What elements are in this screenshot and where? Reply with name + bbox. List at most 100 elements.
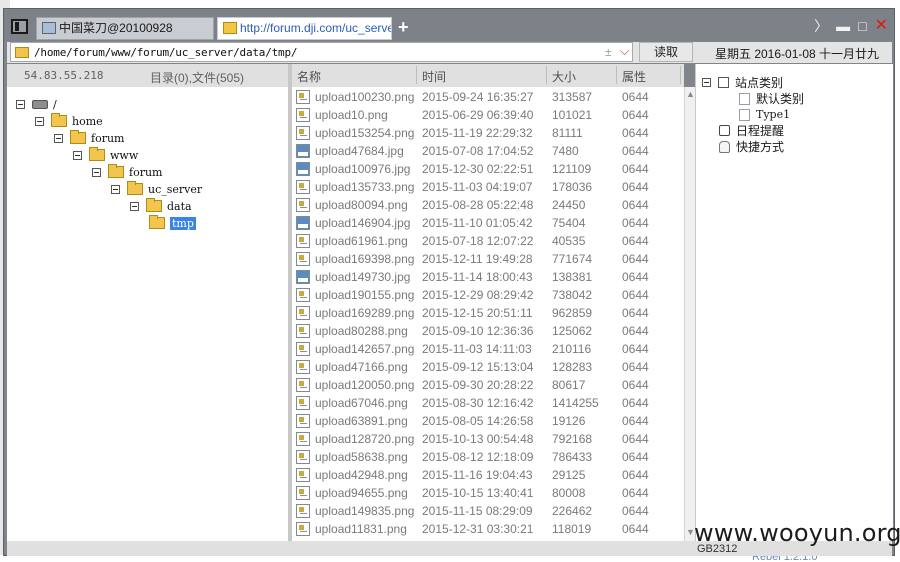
file-row[interactable]: upload120050.png 2015-09-30 20:28:22 80617… [292,375,684,393]
path-input[interactable]: /home/forum/www/forum/uc_server/data/tmp… [10,42,633,62]
file-row[interactable]: upload10.png 2015-06-29 06:39:40 101021 064… [292,105,684,123]
file-row[interactable]: upload142657.png 2015-11-03 14:11:03 21011… [292,339,684,357]
tree-node-data[interactable]: data [130,198,192,213]
collapse-icon[interactable] [92,167,101,177]
close-icon[interactable]: ✕ [875,18,888,34]
file-time: 2015-09-30 20:28:22 [422,378,534,392]
file-row[interactable]: upload128720.png 2015-10-13 00:54:48 79216… [292,429,684,447]
file-name: upload10.png [315,108,388,122]
file-row[interactable]: upload61961.png 2015-07-18 12:07:22 40535 0… [292,231,684,249]
file-row[interactable]: upload63891.png 2015-08-05 14:26:58 19126 0… [292,411,684,429]
directory-summary: 目录(0),文件(505) [150,71,245,85]
tab-caidao[interactable]: 中国菜刀@20100928 [36,17,214,40]
tab-site-url[interactable]: http://forum.dji.com/uc_serve... [217,17,392,40]
file-row[interactable]: upload94655.png 2015-10-15 13:40:41 80008 0… [292,483,684,501]
png-file-icon [296,252,310,266]
collapse-icon[interactable] [111,184,120,194]
file-row[interactable]: upload149730.jpg 2015-11-14 18:00:43 13838… [292,267,684,285]
file-attr: 0644 [622,414,649,428]
file-attr: 0644 [622,288,649,302]
file-row[interactable]: upload146904.jpg 2015-11-10 01:05:42 75404… [292,213,684,231]
tree-node-www[interactable]: www [73,147,138,162]
rp-node-site-category[interactable]: 站点类别 [702,75,783,90]
column-divider[interactable] [416,66,417,84]
file-row[interactable]: upload58638.png 2015-08-12 12:18:09 786433… [292,447,684,465]
file-name: upload190155.png [315,288,415,302]
column-attr[interactable]: 属性 [622,68,646,85]
file-attr: 0644 [622,486,649,500]
file-attr: 0644 [622,450,649,464]
column-time[interactable]: 时间 [422,68,446,85]
file-size: 121109 [552,162,592,176]
tree-node-tmp[interactable]: tmp [142,215,196,230]
tree-label: / [53,97,57,111]
file-row[interactable]: upload149835.png 2015-11-15 08:29:09 22646… [292,501,684,519]
file-size: 786433 [552,450,593,464]
collapse-icon[interactable] [73,150,82,160]
column-size[interactable]: 大小 [552,68,576,85]
watermark: www.wooyun.org [694,519,900,547]
file-name: upload80094.png [315,198,408,212]
maximize-icon[interactable]: □ [858,19,866,33]
bookmark-icon[interactable]: ± [605,45,612,59]
collapse-icon[interactable] [54,133,63,143]
file-name: upload169289.png [315,306,415,320]
png-file-icon [296,90,310,104]
new-tab-button[interactable]: + [398,18,409,36]
tree-label: tmp [170,216,196,230]
file-row[interactable]: upload42948.png 2015-11-16 19:04:43 29125 0… [292,465,684,483]
file-size: 125062 [552,324,593,338]
file-row[interactable]: upload80094.png 2015-08-28 05:22:48 24450 0… [292,195,684,213]
file-time: 2015-11-10 01:05:42 [422,216,533,230]
file-name: upload80288.png [315,324,408,338]
scroll-up-icon[interactable]: ▲ [686,89,695,99]
collapse-icon[interactable] [702,78,711,87]
file-row[interactable]: upload169289.png 2015-12-15 20:51:11 96285… [292,303,684,321]
file-size: 80617 [552,378,586,392]
tree-node-root[interactable]: / [16,97,57,111]
rp-node-type1[interactable]: Type1 [739,107,790,122]
collapse-icon[interactable] [16,99,25,109]
tree-node-uc-server[interactable]: uc_server [111,181,202,196]
file-row[interactable]: upload153254.png 2015-11-19 22:29:32 81111… [292,123,684,141]
read-button[interactable]: 读取 [639,42,693,62]
file-attr: 0644 [622,270,649,284]
column-divider[interactable] [616,66,617,84]
file-row[interactable]: upload80288.png 2015-09-10 12:36:36 125062… [292,321,684,339]
chevron-down-icon[interactable]: ⌵ [620,44,629,59]
collapse-icon[interactable] [35,116,44,126]
checkbox-icon[interactable] [718,77,729,88]
column-name[interactable]: 名称 [297,68,321,85]
file-row[interactable]: upload190155.png 2015-12-29 08:29:42 73804… [292,285,684,303]
rp-node-shortcuts[interactable]: 快捷方式 [719,139,784,154]
column-divider[interactable] [680,66,681,84]
file-row[interactable]: upload67046.png 2015-08-30 12:16:42 141425… [292,393,684,411]
file-row[interactable]: upload135733.png 2015-11-03 04:19:07 17803… [292,177,684,195]
collapse-icon[interactable] [130,201,139,211]
path-toolbar: /home/forum/www/forum/uc_server/data/tmp… [7,42,892,63]
tree-node-forum-inner[interactable]: forum [92,164,162,179]
file-size: 771674 [552,252,593,266]
app-icon[interactable] [11,19,28,34]
file-row[interactable]: upload47166.png 2015-09-12 15:13:04 128283… [292,357,684,375]
file-row[interactable]: upload100976.jpg 2015-12-30 02:22:51 12110… [292,159,684,177]
file-row[interactable]: upload100230.png 2015-09-24 16:35:27 31358… [292,87,684,105]
chevron-right-icon[interactable]: 〉 [814,19,828,33]
column-divider[interactable] [546,66,547,84]
tree-node-home[interactable]: home [35,113,103,128]
file-row[interactable]: upload47684.jpg 2015-07-08 17:04:52 7480 06… [292,141,684,159]
rp-node-default-category[interactable]: 默认类别 [739,91,804,106]
file-attr: 0644 [622,396,649,410]
tree-node-forum[interactable]: forum [54,130,124,145]
rp-node-schedule[interactable]: 日程提醒 [719,123,784,138]
file-size: 101021 [552,108,593,122]
file-time: 2015-09-24 16:35:27 [422,90,534,104]
file-row[interactable]: upload169398.png 2015-12-11 19:49:28 77167… [292,249,684,267]
minimize-icon[interactable]: ▬ [836,19,850,33]
png-file-icon [296,504,310,518]
vertical-scrollbar[interactable]: ▲ ▼ [684,87,695,541]
file-name: upload149730.jpg [315,270,411,284]
file-attr: 0644 [622,504,649,518]
file-row[interactable]: upload11831.png 2015-12-31 03:30:21 118019… [292,519,684,537]
window-controls: 〉 ▬ □ ✕ [814,17,888,35]
